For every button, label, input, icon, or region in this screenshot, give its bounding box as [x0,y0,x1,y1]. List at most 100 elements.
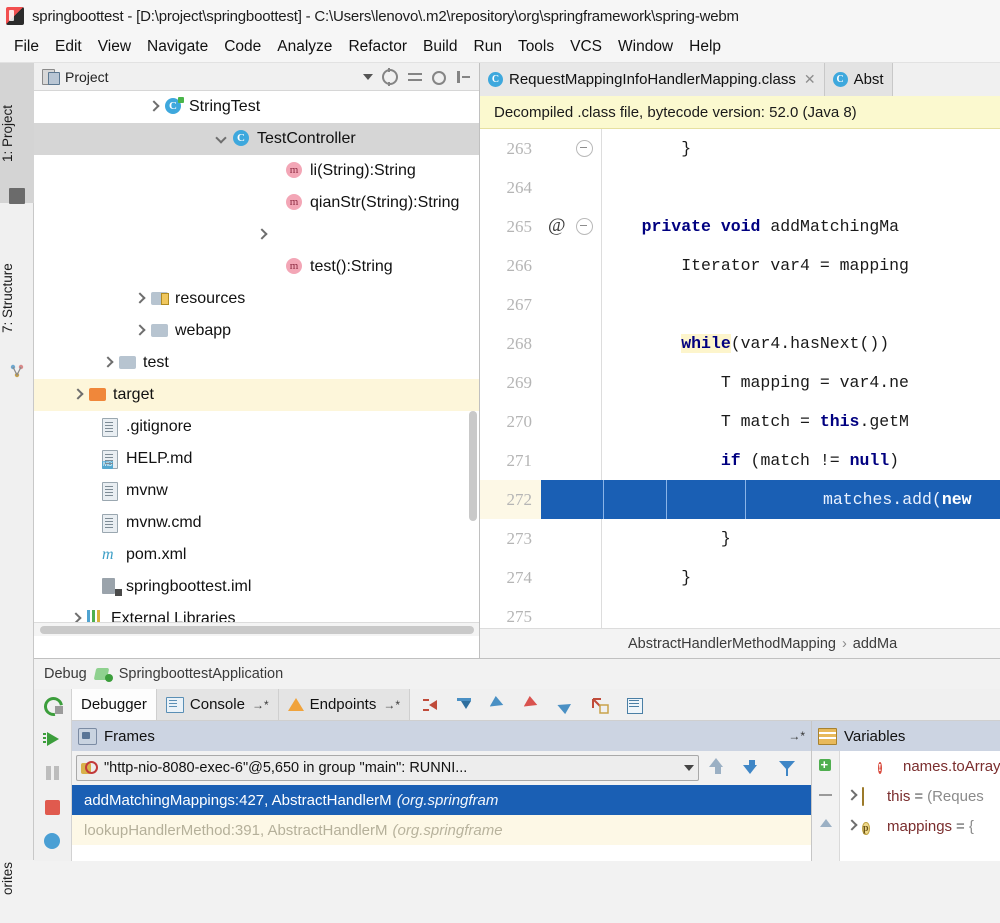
tree-item-gitignore[interactable]: .gitignore [34,411,479,443]
breadcrumb-class[interactable]: AbstractHandlerMethodMapping [628,636,836,652]
menu-file[interactable]: File [6,36,47,58]
menu-navigate[interactable]: Navigate [139,36,216,58]
rerun-icon[interactable] [41,693,65,717]
menu-run[interactable]: Run [466,36,510,58]
pin-tab-icon[interactable]: →* [383,698,400,712]
tree-item-method-li[interactable]: m li(String):String [34,155,479,187]
fold-minus-icon[interactable] [576,218,593,235]
frame-row[interactable]: lookupHandlerMethod:391, AbstractHandler… [72,815,811,845]
tree-item-pom-xml[interactable]: m pom.xml [34,539,479,571]
chevron-right-icon[interactable] [102,357,114,369]
variable-row[interactable]: this = (Reques [840,781,1000,811]
arrow-down-icon[interactable] [743,758,763,778]
fold-minus-icon[interactable] [576,140,593,157]
tree-item-stringtest[interactable]: C StringTest [34,91,479,123]
variable-row[interactable]: p mappings = { [840,811,1000,841]
tree-item-springboottest-iml[interactable]: springboottest.iml [34,571,479,603]
step-over-icon[interactable] [454,695,474,715]
tree-item-mvnw-cmd[interactable]: mvnw.cmd [34,507,479,539]
project-tree-vertical-scrollbar[interactable] [469,411,477,521]
pin-tab-icon[interactable]: →* [252,698,269,712]
chevron-right-icon[interactable] [844,819,862,833]
add-watch-icon[interactable] [816,755,836,775]
tree-item-method-qianstr[interactable]: m qianStr(String):String [34,187,479,219]
code-line[interactable]: 274 } [480,558,1000,597]
chevron-right-icon[interactable] [844,789,862,803]
tree-item-collapsed-node[interactable] [34,219,479,251]
tree-item-help-md[interactable]: MD HELP.md [34,443,479,475]
tab-debugger[interactable]: Debugger [72,689,157,720]
code-line[interactable]: 271 if (match != null) [480,441,1000,480]
pin-frames-icon[interactable]: →* [788,729,805,743]
tree-item-resources[interactable]: resources [34,283,479,315]
code-line[interactable]: 263 } [480,129,1000,168]
hide-icon[interactable] [455,69,471,85]
arrow-up-icon[interactable] [709,758,729,778]
code-line[interactable]: 275 [480,597,1000,629]
step-into-icon[interactable] [488,695,508,715]
editor-tab-requestmappinginfohandlermapping[interactable]: C RequestMappingInfoHandlerMapping.class… [480,63,825,96]
code-line[interactable]: 268 while(var4.hasNext()) [480,324,1000,363]
menu-tools[interactable]: Tools [510,36,562,58]
gear-icon[interactable] [432,70,446,85]
thread-dropdown[interactable]: "http-nio-8080-exec-6"@5,650 in group "m… [76,755,699,781]
project-tree-horizontal-scrollbar[interactable] [34,622,479,636]
tree-item-test[interactable]: test [34,347,479,379]
code-line[interactable]: 270 T match = this.getM [480,402,1000,441]
target-icon[interactable] [382,67,398,86]
code-line[interactable]: 264 [480,168,1000,207]
collapse-all-icon[interactable] [407,69,423,85]
sidebar-tab-structure[interactable]: 7: Structure [0,223,34,373]
chevron-right-icon[interactable] [134,325,146,337]
menu-refactor[interactable]: Refactor [340,36,415,58]
code-line[interactable]: 269 T mapping = var4.ne [480,363,1000,402]
resume-icon[interactable] [41,727,65,751]
chevron-down-icon[interactable] [363,73,373,80]
stop-icon[interactable] [41,795,65,819]
menu-analyze[interactable]: Analyze [269,36,340,58]
sidebar-tab-project[interactable]: 1: Project [0,63,34,203]
code-line[interactable]: 273 } [480,519,1000,558]
variable-row[interactable]: ! names.toArray [840,751,1000,781]
frame-row[interactable]: addMatchingMappings:427, AbstractHandler… [72,785,811,815]
chevron-down-icon[interactable] [684,765,694,771]
force-step-into-icon[interactable] [522,695,542,715]
code-line[interactable]: 265 @ private void addMatchingMa [480,207,1000,246]
breadcrumb-method[interactable]: addMa [853,636,897,652]
code-line-current[interactable]: 272 matches.add(new [480,480,1000,519]
frames-list[interactable]: addMatchingMappings:427, AbstractHandler… [72,785,811,861]
chevron-right-icon[interactable] [134,293,146,305]
sidebar-tab-favorites[interactable]: orites [0,833,34,923]
menu-vcs[interactable]: VCS [562,36,610,58]
show-execution-point-icon[interactable] [420,695,440,715]
code-line[interactable]: 266 Iterator var4 = mapping [480,246,1000,285]
editor-tab-abstracthandlermethodmapping[interactable]: C Abst [824,63,893,96]
menu-build[interactable]: Build [415,36,465,58]
pause-icon[interactable] [41,761,65,785]
mute-breakpoints-icon[interactable] [41,829,65,853]
run-to-cursor-icon[interactable] [590,695,610,715]
arrow-up-icon[interactable] [816,815,836,835]
menu-code[interactable]: Code [216,36,269,58]
step-out-icon[interactable] [556,695,576,715]
code-line[interactable]: 267 [480,285,1000,324]
menu-help[interactable]: Help [681,36,729,58]
tree-item-webapp[interactable]: webapp [34,315,479,347]
evaluate-expression-icon[interactable] [624,695,644,715]
chevron-right-icon[interactable] [72,389,84,401]
menu-view[interactable]: View [90,36,139,58]
tree-item-method-test[interactable]: m test():String [34,251,479,283]
tab-endpoints[interactable]: Endpoints →* [278,689,410,720]
chevron-right-icon[interactable] [148,101,160,113]
tree-item-mvnw[interactable]: mvnw [34,475,479,507]
menu-window[interactable]: Window [610,36,681,58]
filter-icon[interactable] [777,758,797,778]
close-icon[interactable]: ✕ [804,71,816,88]
variables-list[interactable]: ! names.toArray this = (Reques p mapping… [840,751,1000,861]
code-editor[interactable]: 263 } 264 265 @ private void addMatching… [480,129,1000,629]
minus-icon[interactable] [816,785,836,805]
chevron-right-icon[interactable] [256,229,268,241]
menu-edit[interactable]: Edit [47,36,90,58]
tree-item-target[interactable]: target [34,379,479,411]
tab-console[interactable]: Console →* [156,689,279,720]
